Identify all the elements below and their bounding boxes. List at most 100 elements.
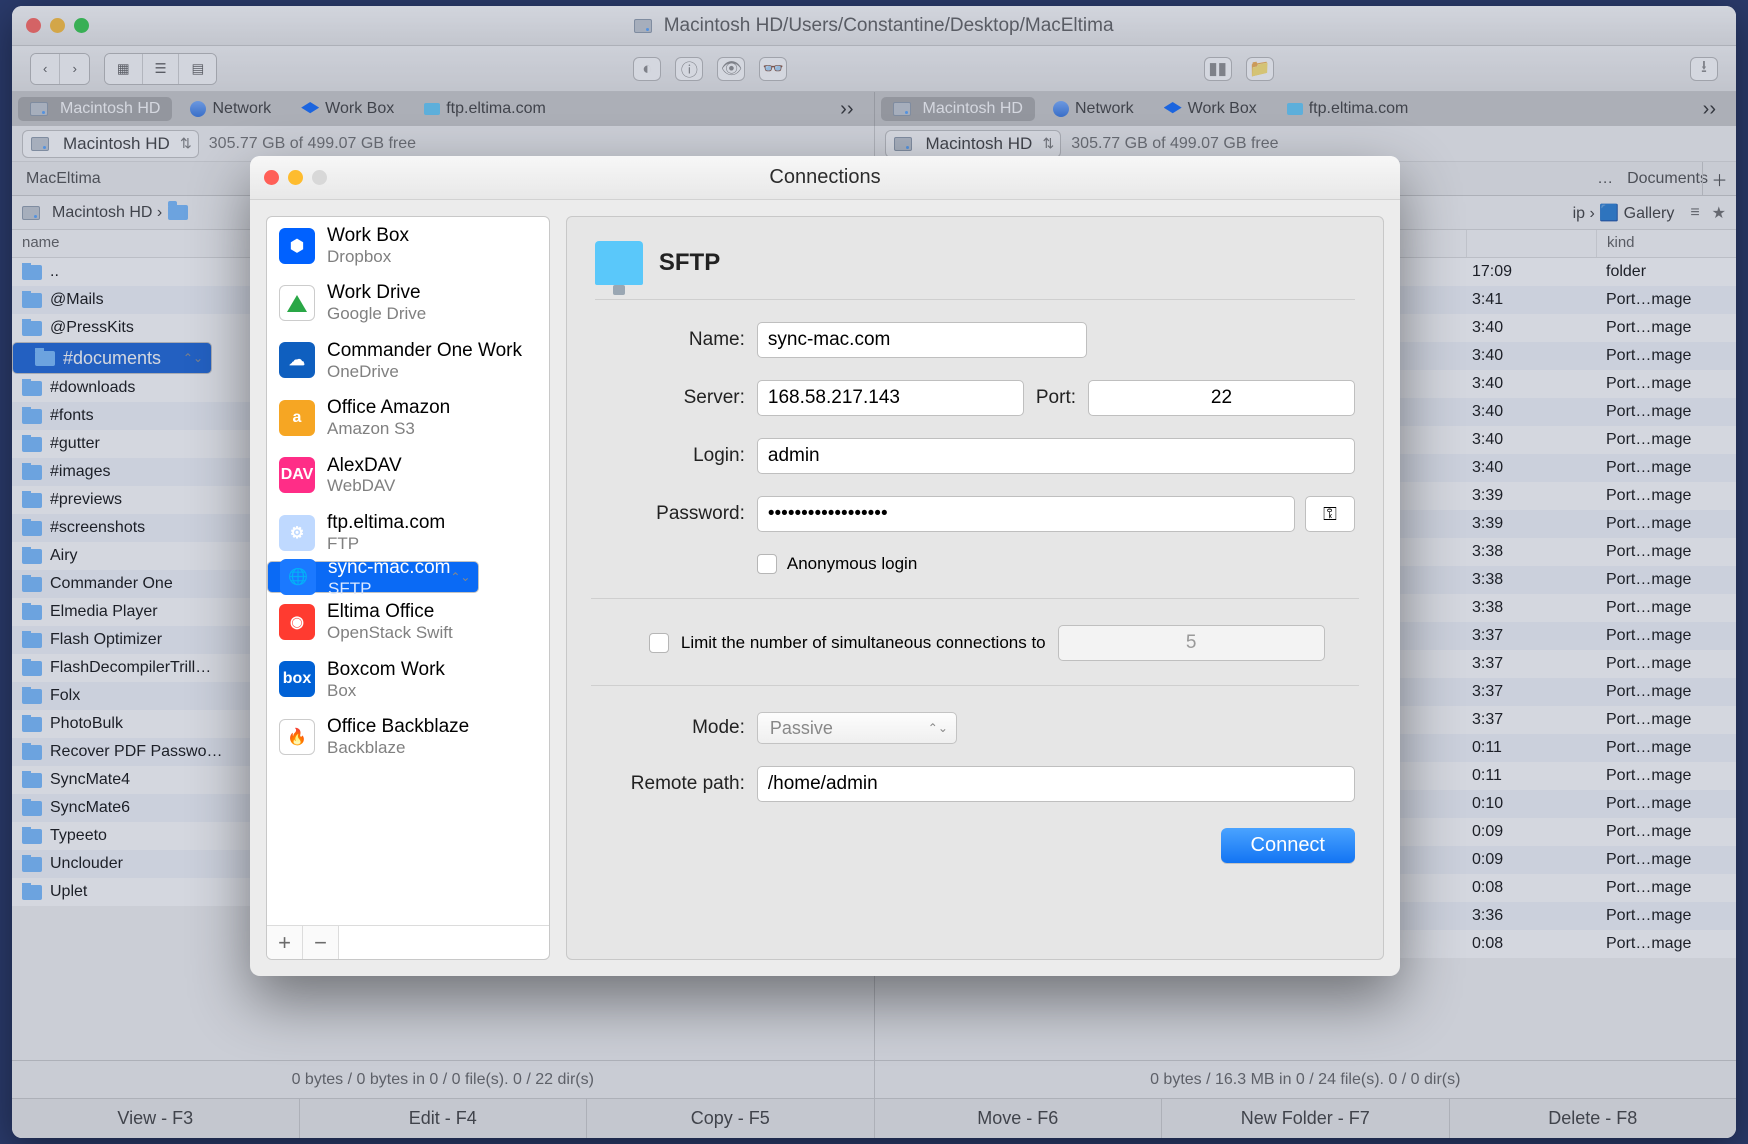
file-kind: Port…mage xyxy=(1596,683,1736,701)
server-input[interactable] xyxy=(757,380,1024,416)
function-bar: View - F3Edit - F4Copy - F5Move - F6New … xyxy=(12,1098,1736,1138)
file-time: 3:38 xyxy=(1466,543,1596,561)
file-time: 0:08 xyxy=(1466,879,1596,897)
tab-macintosh-hd[interactable]: Macintosh HD xyxy=(18,97,172,121)
col-kind[interactable]: kind xyxy=(1596,230,1736,257)
folder-icon xyxy=(22,745,42,760)
connection-form: SFTP Name: Server: Port: Login: Password… xyxy=(566,216,1384,960)
password-input[interactable] xyxy=(757,496,1295,532)
connection-item-ftp[interactable]: ⚙ftp.eltima.comFTP xyxy=(267,504,549,561)
folder-icon xyxy=(22,773,42,788)
file-name: #downloads xyxy=(50,379,135,397)
back-button[interactable]: ‹ xyxy=(31,54,59,84)
add-connection-button[interactable]: + xyxy=(267,926,303,959)
info-icon[interactable]: ⓘ xyxy=(676,58,702,80)
connection-item-sftp[interactable]: 🌐sync-mac.comSFTP xyxy=(267,561,479,593)
tabs-row: Macintosh HDNetworkWork Boxftp.eltima.co… xyxy=(12,92,1736,126)
view-icon-button[interactable]: ▦ xyxy=(105,54,142,84)
connection-protocol: FTP xyxy=(327,534,445,554)
tab-network[interactable]: Network xyxy=(178,97,283,121)
connection-name: AlexDAV xyxy=(327,455,402,477)
forward-button[interactable]: › xyxy=(59,54,88,84)
file-time: 3:40 xyxy=(1466,459,1596,477)
bb-icon: 🔥 xyxy=(279,719,315,755)
glasses-icon[interactable]: 👓 xyxy=(760,58,786,80)
file-kind: Port…mage xyxy=(1596,627,1736,645)
connection-item-amazon-s3[interactable]: aOffice AmazonAmazon S3 xyxy=(267,389,549,446)
drive-select-left[interactable]: Macintosh HD xyxy=(22,130,199,158)
connection-item-box[interactable]: boxBoxcom WorkBox xyxy=(267,651,549,708)
file-name: SyncMate4 xyxy=(50,771,130,789)
limit-checkbox[interactable] xyxy=(649,633,669,653)
window-title: Macintosh HD/Users/Constantine/Desktop/M… xyxy=(12,15,1736,37)
fn-button-edit[interactable]: Edit - F4 xyxy=(299,1099,587,1138)
tab-network[interactable]: Network xyxy=(1041,97,1146,121)
download-icon[interactable]: ⭳ xyxy=(1691,58,1717,80)
login-input[interactable] xyxy=(757,438,1355,474)
drive-select-right[interactable]: Macintosh HD xyxy=(885,130,1062,158)
tab-work-box[interactable]: Work Box xyxy=(1152,97,1269,121)
connection-item-backblaze[interactable]: 🔥Office BackblazeBackblaze xyxy=(267,708,549,765)
folder-icon[interactable]: 📁 xyxy=(1247,58,1273,80)
file-kind: Port…mage xyxy=(1596,375,1736,393)
anonymous-checkbox[interactable] xyxy=(757,554,777,574)
fn-button-copy[interactable]: Copy - F5 xyxy=(586,1099,874,1138)
tab-label: Work Box xyxy=(1188,100,1257,118)
add-tab-button[interactable]: ＋ xyxy=(1702,162,1736,195)
tab-ftp.eltima.com[interactable]: ftp.eltima.com xyxy=(1275,97,1421,121)
fn-button-move[interactable]: Move - F6 xyxy=(874,1099,1162,1138)
columns-icon[interactable]: ▮▮ xyxy=(1205,58,1231,80)
mode-select[interactable]: Passive xyxy=(757,712,957,744)
port-input[interactable] xyxy=(1088,380,1355,416)
preview-icon[interactable]: 👁 xyxy=(718,58,744,80)
connection-item-webdav[interactable]: DAVAlexDAVWebDAV xyxy=(267,447,549,504)
folder-icon xyxy=(22,381,42,396)
connection-protocol: Google Drive xyxy=(327,304,426,324)
file-time: 3:39 xyxy=(1466,487,1596,505)
file-kind: Port…mage xyxy=(1596,459,1736,477)
pane-tab-left[interactable]: MacEltima xyxy=(12,170,115,188)
connection-item-openstack-swift[interactable]: ◉Eltima OfficeOpenStack Swift xyxy=(267,593,549,650)
tab-macintosh-hd[interactable]: Macintosh HD xyxy=(881,97,1035,121)
folder-icon xyxy=(22,633,42,648)
more-tabs-icon[interactable]: ›› xyxy=(1689,98,1730,121)
dialog-titlebar: Connections xyxy=(250,156,1400,200)
name-label: Name: xyxy=(595,329,745,351)
connect-button[interactable]: Connect xyxy=(1221,828,1356,863)
fn-button-view[interactable]: View - F3 xyxy=(12,1099,299,1138)
file-time: 0:11 xyxy=(1466,739,1596,757)
file-time: 3:40 xyxy=(1466,403,1596,421)
file-time: 3:37 xyxy=(1466,711,1596,729)
file-time: 0:11 xyxy=(1466,767,1596,785)
connection-name: Office Backblaze xyxy=(327,716,469,738)
folder-icon xyxy=(22,661,42,676)
file-kind: Port…mage xyxy=(1596,571,1736,589)
connection-name: Office Amazon xyxy=(327,397,450,419)
view-list-button[interactable]: ☰ xyxy=(142,54,179,84)
box-icon: box xyxy=(279,661,315,697)
fn-button-delete[interactable]: Delete - F8 xyxy=(1449,1099,1737,1138)
file-name: Commander One xyxy=(50,575,173,593)
server-label: Server: xyxy=(595,387,745,409)
toggle-icon[interactable]: ◐ xyxy=(634,58,660,80)
file-kind: Port…mage xyxy=(1596,879,1736,897)
list-item[interactable]: #documents xyxy=(12,342,212,374)
file-name: #documents xyxy=(63,348,161,369)
name-input[interactable] xyxy=(757,322,1087,358)
titlebar: Macintosh HD/Users/Constantine/Desktop/M… xyxy=(12,6,1736,46)
connection-item-google-drive[interactable]: Work DriveGoogle Drive xyxy=(267,274,549,331)
mode-label: Mode: xyxy=(595,717,745,739)
key-button[interactable]: ⚿ xyxy=(1305,496,1355,532)
fn-button-new[interactable]: New Folder - F7 xyxy=(1161,1099,1449,1138)
tab-ftp.eltima.com[interactable]: ftp.eltima.com xyxy=(412,97,558,121)
file-time: 3:40 xyxy=(1466,375,1596,393)
more-tabs-icon[interactable]: ›› xyxy=(826,98,867,121)
connection-item-dropbox[interactable]: ⬢Work BoxDropbox xyxy=(267,217,549,274)
connection-item-onedrive[interactable]: ☁Commander One WorkOneDrive xyxy=(267,332,549,389)
status-bar: 0 bytes / 0 bytes in 0 / 0 file(s). 0 / … xyxy=(12,1060,1736,1098)
tab-label: ftp.eltima.com xyxy=(446,100,546,118)
remove-connection-button[interactable]: − xyxy=(303,926,339,959)
remote-path-input[interactable] xyxy=(757,766,1355,802)
view-grid-button[interactable]: ▤ xyxy=(178,54,216,84)
tab-work-box[interactable]: Work Box xyxy=(289,97,406,121)
